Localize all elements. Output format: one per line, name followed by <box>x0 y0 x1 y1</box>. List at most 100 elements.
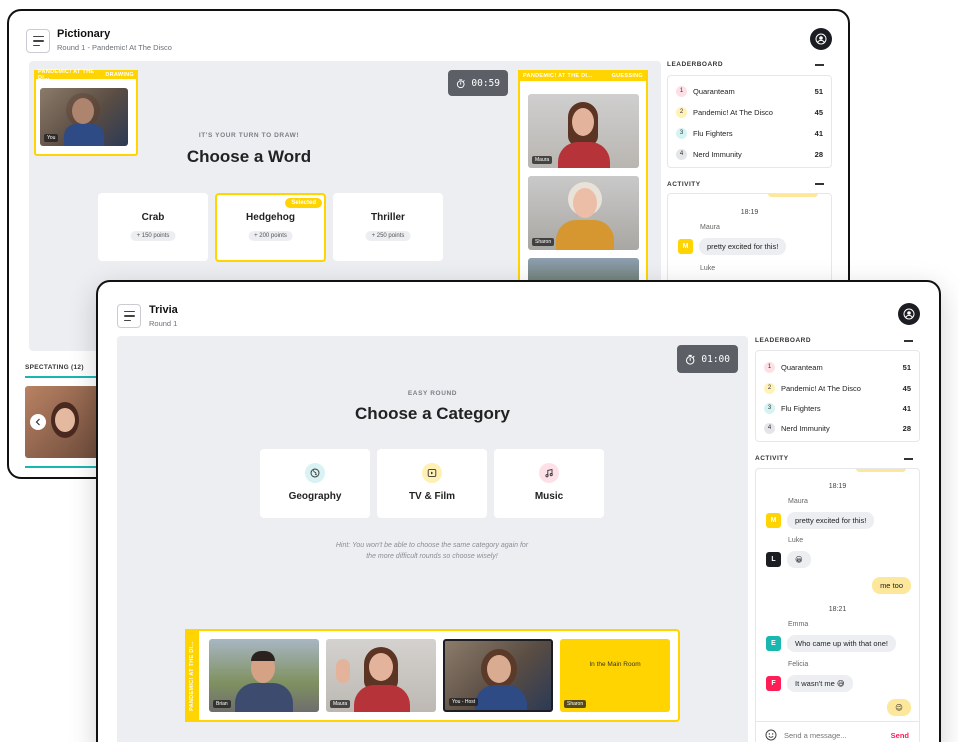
app-subtitle: Round 1 - Pandemic! At The Disco <box>57 43 172 52</box>
leaderboard-row: 2 Pandemic! At The Disco 45 <box>676 105 823 119</box>
avatar: M <box>766 513 781 528</box>
chat-author: Luke <box>700 265 716 272</box>
selected-badge: Selected <box>285 198 322 208</box>
send-button[interactable]: Send <box>891 731 909 740</box>
leaderboard-row: 4 Nerd Immunity 28 <box>764 421 911 435</box>
own-chat-message: me too <box>872 577 911 594</box>
participant-video: Brian <box>209 639 319 712</box>
app-subtitle: Round 1 <box>149 319 178 328</box>
word-card-crab[interactable]: Crab + 150 points <box>98 193 208 261</box>
activity-title: ACTIVITY <box>755 455 789 462</box>
scroll-left-button[interactable] <box>30 414 46 430</box>
team-score: 41 <box>902 403 911 413</box>
rank-badge: 3 <box>764 402 775 414</box>
video-label: You - Host <box>449 698 479 706</box>
hint-text: Hint: You won't be able to choose the sa… <box>335 542 529 560</box>
team-name: Nerd Immunity <box>693 149 742 159</box>
team-score: 45 <box>814 107 823 117</box>
team-name: Flu Fighters <box>693 128 733 138</box>
leaderboard-row: 3 Flu Fighters 41 <box>676 126 823 140</box>
collapse-activity-button[interactable] <box>815 183 824 185</box>
leaderboard-row: 1 Quaranteam 51 <box>764 360 911 374</box>
menu-button[interactable] <box>117 304 141 328</box>
category-card-tv-film[interactable]: TV & Film <box>377 449 487 518</box>
globe-icon <box>305 463 325 483</box>
chat-input[interactable] <box>784 728 884 742</box>
word-label: Hedgehog <box>246 212 295 223</box>
turn-label: IT'S YOUR TURN TO DRAW! <box>198 132 300 139</box>
scroll-hint <box>856 469 906 472</box>
collapse-leaderboard-button[interactable] <box>904 340 913 342</box>
team-name: Pandemic! At The Disco <box>693 107 773 117</box>
team-name: Quaranteam <box>693 86 735 96</box>
team-score: 28 <box>814 149 823 159</box>
app-title: Trivia <box>149 304 178 316</box>
category-card-music[interactable]: Music <box>494 449 604 518</box>
video-label: Sharon <box>532 238 555 246</box>
spectating-label: SPECTATING (12) <box>25 364 84 371</box>
team-tag: PANDEMIC! AT THE DI... GUESSING <box>518 70 648 81</box>
collapse-leaderboard-button[interactable] <box>815 64 824 66</box>
word-card-hedgehog[interactable]: Selected Hedgehog + 200 points <box>215 193 326 262</box>
stopwatch-icon <box>685 354 695 365</box>
rank-badge: 1 <box>764 361 775 373</box>
video-label: Maura <box>330 700 351 708</box>
team-name: Pandemic! At The Disco <box>781 383 861 393</box>
rank-badge: 2 <box>764 382 775 394</box>
collapse-activity-button[interactable] <box>904 458 913 460</box>
team-score: 45 <box>902 383 911 393</box>
leaderboard: 1 Quaranteam 51 2 Pandemic! At The Disco… <box>667 75 832 168</box>
rank-badge: 4 <box>764 422 775 434</box>
leaderboard-title: LEADERBOARD <box>667 61 724 68</box>
word-card-thriller[interactable]: Thriller + 250 points <box>333 193 443 261</box>
rank-badge: 3 <box>676 127 687 139</box>
team-name: PANDEMIC! AT THE DI... <box>189 640 195 711</box>
category-card-geography[interactable]: Geography <box>260 449 370 518</box>
spectating-bottom-line <box>25 466 105 468</box>
chat-time: 18:19 <box>828 483 847 490</box>
choose-word-heading: Choose a Word <box>186 147 312 166</box>
drawer-video-frame: PANDEMIC! AT THE DI... DRAWING You <box>34 69 138 156</box>
leaderboard-row: 3 Flu Fighters 41 <box>764 401 911 415</box>
chat-message: It wasn't me 😅 <box>787 675 853 692</box>
team-role: GUESSING <box>611 72 643 79</box>
team-score: 51 <box>902 362 911 372</box>
rank-badge: 1 <box>676 85 687 97</box>
scroll-hint <box>768 194 818 197</box>
chat-message: 😀 <box>787 551 811 568</box>
team-name: Flu Fighters <box>781 403 821 413</box>
word-label: Crab <box>141 212 165 223</box>
leaderboard-row: 2 Pandemic! At The Disco 45 <box>764 381 911 395</box>
video-label: Brian <box>213 700 231 708</box>
chat-time: 18:19 <box>740 209 759 216</box>
chat-divider <box>756 721 919 722</box>
game-stage: 01:00 EASY ROUND Choose a Category Geogr… <box>117 336 748 742</box>
participant-status: In the Main Room <box>589 661 641 668</box>
video-label: Maura <box>532 156 553 164</box>
points-pill: + 150 points <box>130 231 176 241</box>
team-name: Nerd Immunity <box>781 423 830 433</box>
category-label: TV & Film <box>408 491 456 502</box>
chat-author: Emma <box>788 621 809 628</box>
user-icon <box>815 33 827 45</box>
spectating-underline <box>25 376 105 378</box>
leaderboard-row: 1 Quaranteam 51 <box>676 84 823 98</box>
user-icon <box>903 308 915 320</box>
rank-badge: 2 <box>676 106 687 118</box>
points-pill: + 250 points <box>365 231 411 241</box>
team-score: 41 <box>814 128 823 138</box>
emoji-icon[interactable] <box>765 729 777 741</box>
menu-button[interactable] <box>26 29 50 53</box>
chat-message: Who came up with that one! <box>787 635 896 652</box>
team-score: 28 <box>902 423 911 433</box>
chat-author: Maura <box>788 498 808 505</box>
participant-video: You - Host <box>443 639 553 712</box>
timer-value: 01:00 <box>701 353 730 365</box>
activity-title: ACTIVITY <box>667 181 701 188</box>
stopwatch-icon <box>456 78 465 88</box>
profile-button[interactable] <box>898 303 920 325</box>
profile-button[interactable] <box>810 28 832 50</box>
category-label: Geography <box>288 491 342 502</box>
chevron-left-icon <box>35 418 40 426</box>
chat-message: pretty excited for this! <box>699 238 787 255</box>
